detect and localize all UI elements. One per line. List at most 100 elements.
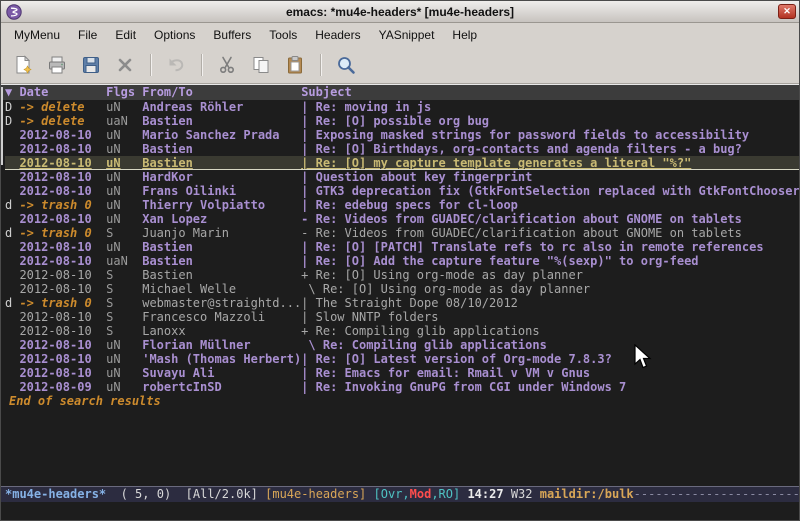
mark-char xyxy=(5,366,19,380)
message-row[interactable]: 2012-08-10uNBastien| Re: [O] Birthdays, … xyxy=(5,142,799,156)
mark-char: d xyxy=(5,226,19,240)
undo-button[interactable] xyxy=(162,51,190,79)
modeline-window-id: W32 xyxy=(511,487,540,502)
mark-char: d xyxy=(5,198,19,212)
mark-char xyxy=(5,254,19,268)
row-from: Thierry Volpiatto xyxy=(142,198,301,212)
message-row[interactable]: 2012-08-10uNSuvayu Ali| Re: Emacs for em… xyxy=(5,366,799,380)
message-row-current[interactable]: 2012-08-10uNBastien| Re: [O] my capture … xyxy=(5,156,799,170)
menu-options[interactable]: Options xyxy=(145,25,204,45)
column-from[interactable]: From/To xyxy=(142,85,301,100)
message-row[interactable]: 2012-08-10uNFlorian Müllner \ Re: Compil… xyxy=(5,338,799,352)
row-flags: uN xyxy=(106,128,142,142)
row-subject: | Re: [O] [PATCH] Translate refs to rc a… xyxy=(301,240,799,254)
row-flags: uN xyxy=(106,198,142,212)
mark-char xyxy=(5,324,19,338)
message-row[interactable]: 2012-08-10SFrancesco Mazzoli| Slow NNTP … xyxy=(5,310,799,324)
message-row[interactable]: 2012-08-10uNFrans Oilinki| GTK3 deprecat… xyxy=(5,184,799,198)
row-flags: S xyxy=(106,226,142,240)
search-button[interactable] xyxy=(332,51,360,79)
close-button[interactable]: ✕ xyxy=(778,4,796,19)
mark-char xyxy=(5,338,19,352)
close-icon: ✕ xyxy=(783,6,791,16)
save-button[interactable] xyxy=(77,51,105,79)
close-buffer-icon xyxy=(115,55,135,75)
mark-char xyxy=(5,310,19,324)
modeline-size: [All/2.0k] xyxy=(186,487,265,502)
message-row[interactable]: d-> trash 0SJuanjo Marin- Re: Videos fro… xyxy=(5,226,799,240)
modeline-status-open: [Ovr, xyxy=(374,487,410,502)
menu-yasnippet[interactable]: YASnippet xyxy=(370,25,444,45)
row-date: -> delete xyxy=(19,100,106,114)
menu-file[interactable]: File xyxy=(69,25,106,45)
modeline-status-close: ,RO] xyxy=(431,487,460,502)
print-button[interactable] xyxy=(43,51,71,79)
row-subject: | Exposing masked strings for password f… xyxy=(301,128,799,142)
undo-icon xyxy=(166,55,186,75)
row-flags: uN xyxy=(106,100,142,114)
row-from: webmaster@straightd... xyxy=(142,296,301,310)
message-row[interactable]: D-> deleteuNAndreas Röhler| Re: moving i… xyxy=(5,100,799,114)
new-file-button[interactable] xyxy=(9,51,37,79)
row-date: 2012-08-10 xyxy=(19,142,106,156)
row-subject: | GTK3 deprecation fix (GtkFontSelection… xyxy=(301,184,799,198)
menu-edit[interactable]: Edit xyxy=(106,25,145,45)
message-row[interactable]: 2012-08-10uNXan Lopez- Re: Videos from G… xyxy=(5,212,799,226)
modeline-position: ( 5, 0) xyxy=(106,487,185,502)
menu-help[interactable]: Help xyxy=(443,25,486,45)
scrollbar-track[interactable] xyxy=(1,85,4,486)
row-date: 2012-08-09 xyxy=(19,380,106,394)
menu-mymenu[interactable]: MyMenu xyxy=(5,25,69,45)
row-date: 2012-08-10 xyxy=(19,184,106,198)
message-row[interactable]: 2012-08-09uNrobertcInSD| Re: Invoking Gn… xyxy=(5,380,799,394)
row-flags: uN xyxy=(106,142,142,156)
row-date: 2012-08-10 xyxy=(19,240,106,254)
modeline-major-mode: [mu4e-headers] xyxy=(265,487,366,502)
message-row[interactable]: 2012-08-10uNMario Sanchez Prada| Exposin… xyxy=(5,128,799,142)
row-from: Frans Oilinki xyxy=(142,184,301,198)
message-row[interactable]: 2012-08-10SLanoxx+ Re: Compiling glib ap… xyxy=(5,324,799,338)
row-date: -> trash 0 xyxy=(19,198,106,212)
menu-tools[interactable]: Tools xyxy=(260,25,306,45)
menu-headers[interactable]: Headers xyxy=(306,25,369,45)
message-row[interactable]: 2012-08-10SMichael Welle \ Re: [O] Using… xyxy=(5,282,799,296)
row-flags: S xyxy=(106,268,142,282)
mark-char: d xyxy=(5,296,19,310)
row-flags: uN xyxy=(106,352,142,366)
message-row[interactable]: 2012-08-10SBastien+ Re: [O] Using org-mo… xyxy=(5,268,799,282)
column-date[interactable]: ▼ Date xyxy=(5,85,106,100)
close-buffer-button[interactable] xyxy=(111,51,139,79)
message-row[interactable]: D-> deleteuaNBastien| Re: [O] possible o… xyxy=(5,114,799,128)
column-subject[interactable]: Subject xyxy=(301,85,799,100)
echo-area[interactable] xyxy=(1,502,799,520)
message-row[interactable]: d-> trash 0Swebmaster@straightd...| The … xyxy=(5,296,799,310)
row-flags: S xyxy=(106,310,142,324)
row-from: 'Mash (Thomas Herbert) xyxy=(142,352,301,366)
column-flags[interactable]: Flgs xyxy=(106,85,142,100)
message-row[interactable]: 2012-08-10uaNBastien| Re: [O] Add the ca… xyxy=(5,254,799,268)
message-row[interactable]: 2012-08-10uN'Mash (Thomas Herbert)| Re: … xyxy=(5,352,799,366)
menu-buffers[interactable]: Buffers xyxy=(204,25,260,45)
headers-column-header: ▼ Date Flgs From/To Subject xyxy=(1,85,799,100)
cut-button[interactable] xyxy=(213,51,241,79)
scrollbar-thumb[interactable] xyxy=(1,87,3,165)
message-row[interactable]: 2012-08-10uNHardKor| Question about key … xyxy=(5,170,799,184)
toolbar-separator xyxy=(150,54,151,76)
titlebar[interactable]: emacs: *mu4e-headers* [mu4e-headers] ✕ xyxy=(1,1,799,23)
save-icon xyxy=(81,55,101,75)
row-subject: | Re: [O] Latest version of Org-mode 7.8… xyxy=(301,352,799,366)
row-from: Andreas Röhler xyxy=(142,100,301,114)
paste-button[interactable] xyxy=(281,51,309,79)
copy-icon xyxy=(251,55,271,75)
copy-button[interactable] xyxy=(247,51,275,79)
row-subject: | Re: edebug specs for cl-loop xyxy=(301,198,799,212)
modeline-maildir: maildir:/bulk xyxy=(540,487,634,502)
row-flags: uN xyxy=(106,338,142,352)
row-from: Michael Welle xyxy=(142,282,301,296)
row-date: 2012-08-10 xyxy=(19,338,106,352)
row-date: 2012-08-10 xyxy=(19,212,106,226)
message-row[interactable]: 2012-08-10uNBastien| Re: [O] [PATCH] Tra… xyxy=(5,240,799,254)
print-icon xyxy=(47,55,67,75)
message-row[interactable]: d-> trash 0uNThierry Volpiatto| Re: edeb… xyxy=(5,198,799,212)
row-flags: uaN xyxy=(106,114,142,128)
